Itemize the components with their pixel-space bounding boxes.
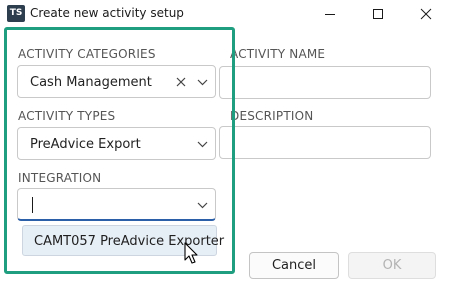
app-icon: TS	[7, 5, 25, 22]
close-button[interactable]	[406, 0, 446, 28]
activity-name-label: ACTIVITY NAME	[230, 47, 326, 61]
cancel-button[interactable]: Cancel	[249, 252, 339, 279]
description-input[interactable]	[219, 126, 431, 159]
highlight-frame	[4, 27, 235, 274]
activity-name-input[interactable]	[219, 66, 431, 99]
ok-button[interactable]: OK	[348, 252, 436, 279]
title-bar: TS Create new activity setup	[0, 0, 452, 28]
mouse-cursor-icon	[184, 242, 198, 264]
description-label: DESCRIPTION	[230, 109, 314, 123]
close-icon	[420, 8, 432, 20]
maximize-icon	[373, 9, 383, 19]
minimize-icon	[325, 14, 335, 15]
window-title: Create new activity setup	[30, 6, 184, 20]
maximize-button[interactable]	[358, 0, 398, 28]
minimize-button[interactable]	[310, 0, 350, 28]
